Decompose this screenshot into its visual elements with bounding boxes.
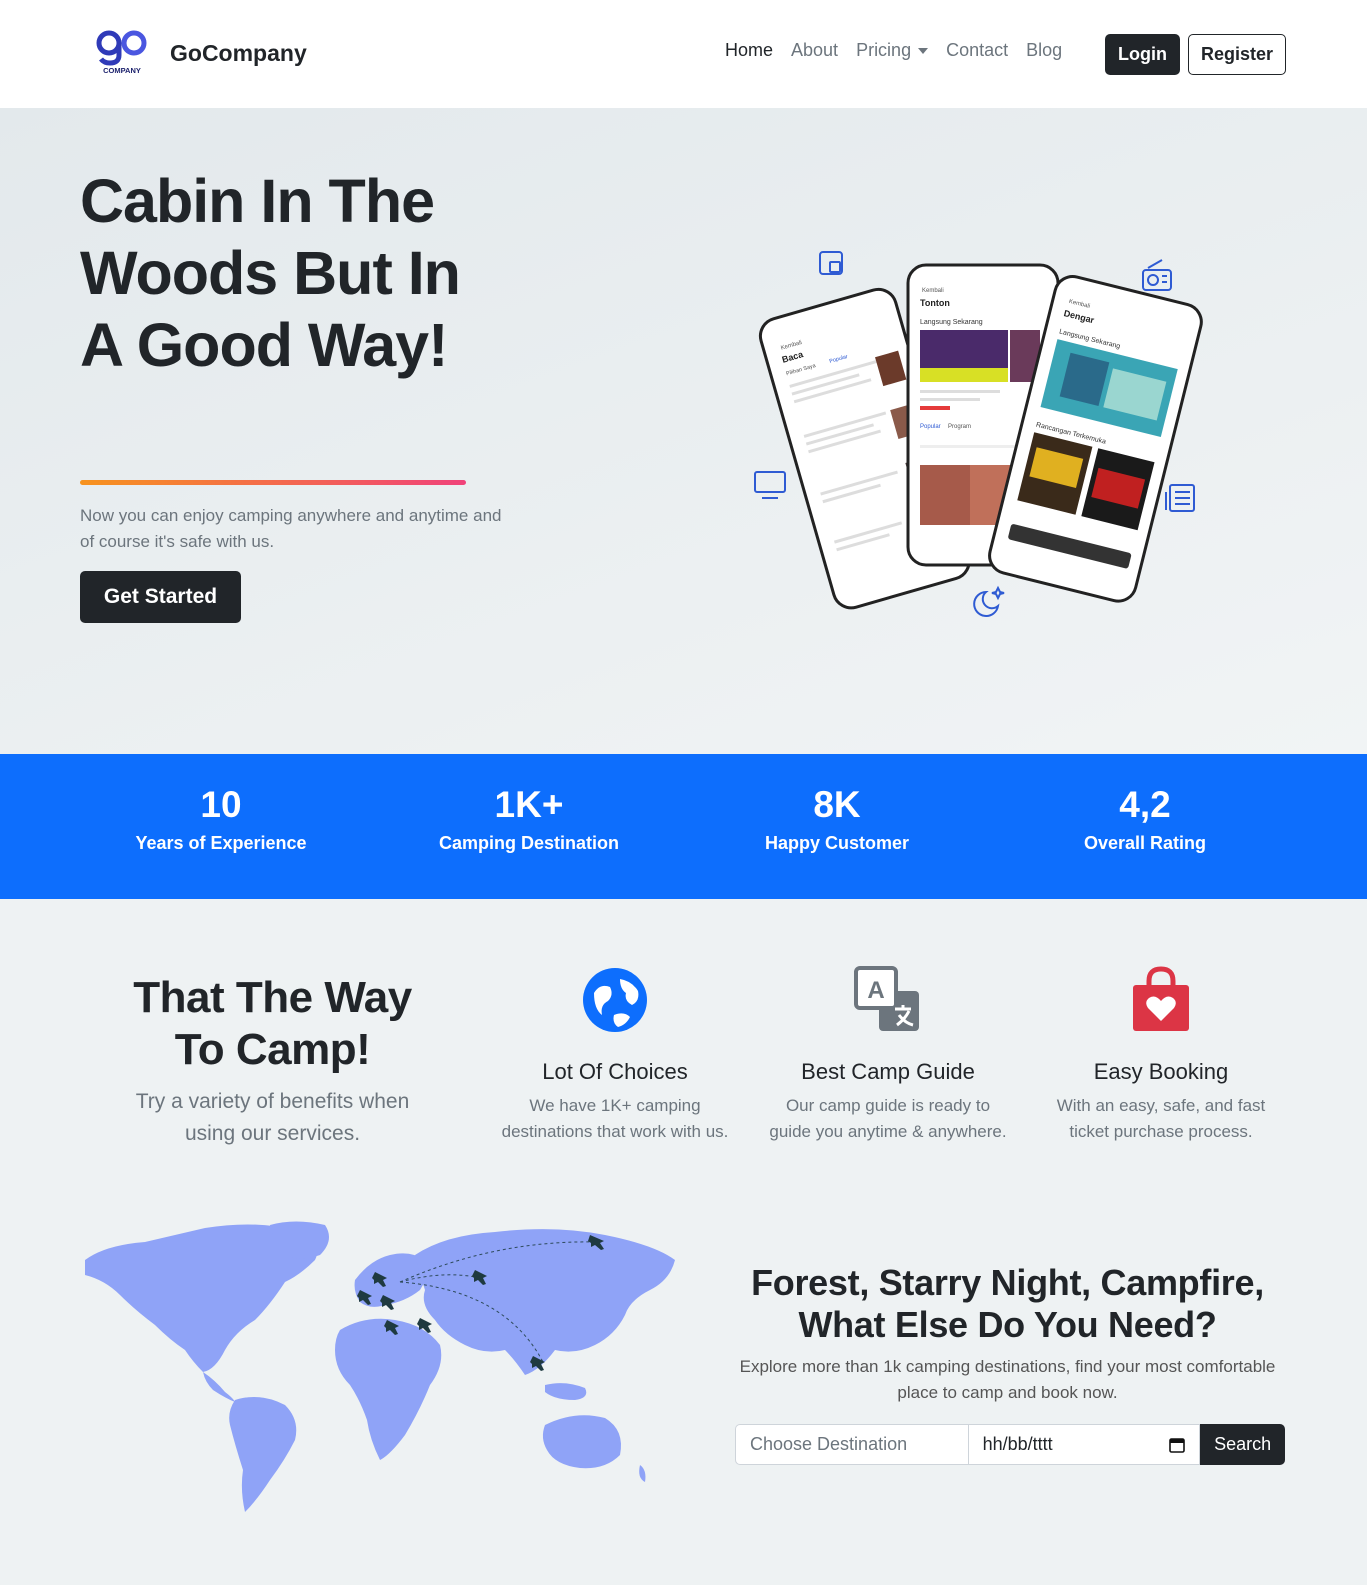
svg-text:A: A	[867, 977, 884, 1004]
search-title: Forest, Starry Night, Campfire, What Els…	[735, 1262, 1280, 1346]
hero-title: Cabin In The Woods But In A Good Way!	[80, 165, 600, 381]
calendar-icon[interactable]	[1169, 1437, 1185, 1453]
south-america-shape	[229, 1396, 297, 1512]
search-subtitle: Explore more than 1k camping destination…	[739, 1357, 1276, 1402]
newspaper-icon	[1165, 484, 1195, 512]
register-button[interactable]: Register	[1188, 34, 1286, 75]
svg-text:COMPANY: COMPANY	[103, 66, 141, 75]
stat-value: 4,2	[1119, 784, 1171, 825]
hero-title-line: Woods But In	[80, 239, 461, 307]
stat-label: Camping Destination	[438, 833, 619, 853]
title-underline	[80, 480, 466, 485]
svg-text:Popular: Popular	[920, 424, 941, 430]
new-zealand-shape	[639, 1465, 646, 1482]
stat-item: 8K Happy Customer	[687, 780, 987, 854]
globe-icon	[583, 968, 647, 1032]
nav-about[interactable]: About	[791, 40, 838, 61]
feature-title: Easy Booking	[1093, 1059, 1229, 1084]
svg-text:Program: Program	[948, 424, 971, 430]
stat-label: Overall Rating	[1083, 833, 1207, 853]
hero-title-line: Cabin In The	[80, 167, 435, 235]
radio-icon	[1142, 259, 1172, 291]
stat-value: 8K	[813, 784, 861, 825]
stats-bar: 10 Years of Experience 1K+ Camping Desti…	[0, 754, 1367, 899]
date-input-value: hh/bb/tttt	[982, 1434, 1053, 1454]
stat-item: 10 Years of Experience	[71, 780, 371, 854]
login-button[interactable]: Login	[1105, 34, 1180, 75]
monitor-icon	[754, 471, 786, 499]
feature-card: Lot Of Choices We have 1K+ camping desti…	[485, 965, 745, 1145]
nav-contact[interactable]: Contact	[946, 40, 1008, 61]
search-title-line: Forest, Starry Night, Campfire,	[751, 1262, 1264, 1303]
picture-in-picture-icon	[819, 251, 843, 275]
australia-shape	[542, 1415, 621, 1469]
navbar: COMPANY GoCompany Home About Pricing Con…	[0, 0, 1367, 108]
feature-text: With an easy, safe, and fast ticket purc…	[1056, 1096, 1266, 1141]
gocompany-logo[interactable]: COMPANY	[95, 28, 149, 76]
world-map-illustration	[85, 1221, 675, 1512]
chevron-down-icon	[918, 47, 929, 54]
main-nav: Home About Pricing Contact Blog	[725, 40, 1080, 61]
date-input[interactable]: hh/bb/tttt	[967, 1424, 1201, 1465]
feature-card: Easy Booking With an easy, safe, and fas…	[1031, 965, 1291, 1145]
search-form: Choose Destination hh/bb/tttt Search	[735, 1424, 1285, 1465]
features-title-line: To Camp!	[174, 1025, 371, 1074]
feature-title: Best Camp Guide	[801, 1059, 975, 1084]
islands-shape	[545, 1383, 587, 1400]
stat-item: 1K+ Camping Destination	[379, 780, 679, 854]
stat-label: Happy Customer	[764, 833, 910, 853]
search-button[interactable]: Search	[1200, 1424, 1285, 1465]
stat-item: 4,2 Overall Rating	[995, 780, 1295, 854]
features-title: That The Way To Camp!	[120, 972, 425, 1076]
moon-stars-icon	[973, 585, 1005, 617]
get-started-button[interactable]: Get Started	[80, 571, 241, 623]
phones-illustration: Kembali Baca Pilihan Saya Popular Kembal…	[754, 251, 1203, 617]
svg-text:Kembali: Kembali	[922, 288, 944, 294]
asia-shape	[415, 1229, 675, 1375]
feature-title: Lot Of Choices	[542, 1059, 688, 1084]
feature-card: A Best Camp Guide Our camp guide is read…	[758, 965, 1018, 1145]
feature-text: We have 1K+ camping destinations that wo…	[501, 1096, 729, 1141]
destination-input[interactable]: Choose Destination	[735, 1424, 968, 1465]
feature-text: Our camp guide is ready to guide you any…	[769, 1096, 1007, 1141]
africa-shape	[335, 1318, 442, 1460]
hero-subtitle: Now you can enjoy camping anywhere and a…	[80, 506, 502, 551]
shopping-bag-heart-icon	[1133, 966, 1189, 1031]
stat-value: 10	[200, 784, 242, 825]
nav-pricing-label: Pricing	[856, 40, 912, 60]
brand-name[interactable]: GoCompany	[170, 40, 307, 67]
nav-blog[interactable]: Blog	[1026, 40, 1062, 61]
svg-text:Langsung Sekarang: Langsung Sekarang	[920, 319, 983, 326]
central-america-shape	[203, 1372, 235, 1402]
stat-label: Years of Experience	[135, 833, 307, 853]
stat-value: 1K+	[494, 784, 564, 825]
nav-home[interactable]: Home	[725, 40, 773, 61]
svg-text:Tonton: Tonton	[920, 298, 950, 308]
nav-pricing[interactable]: Pricing	[856, 40, 929, 61]
features-subtitle: Try a variety of benefits when using our…	[135, 1090, 410, 1145]
search-title-line: What Else Do You Need?	[798, 1304, 1217, 1345]
hero-title-line: A Good Way!	[80, 311, 448, 379]
features-title-line: That The Way	[133, 973, 412, 1022]
translate-icon: A	[854, 966, 919, 1031]
